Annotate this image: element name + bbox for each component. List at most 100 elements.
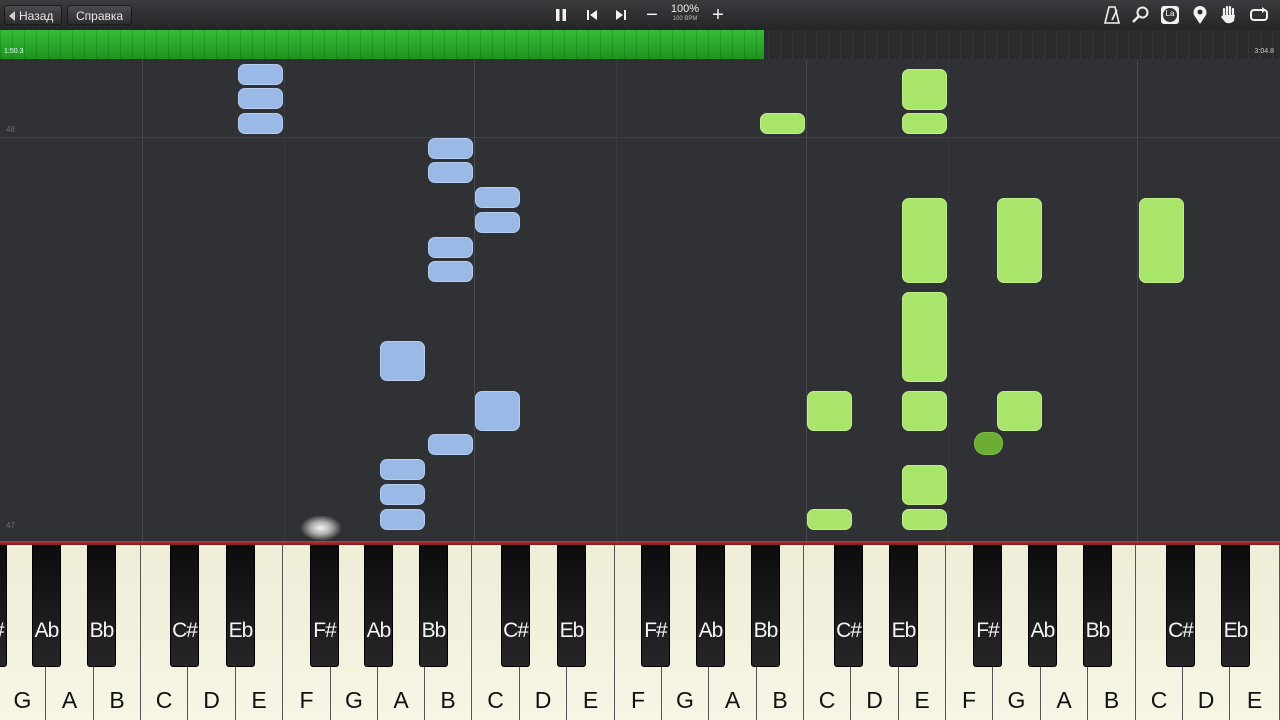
search-button[interactable] xyxy=(1130,4,1152,26)
timeline-scrubber[interactable]: 1:50.3 3:04.8 xyxy=(0,30,1280,59)
beat-line xyxy=(616,59,617,541)
black-key[interactable]: Ab xyxy=(1028,545,1057,667)
white-key-label: G xyxy=(676,687,694,713)
white-key-label: A xyxy=(724,687,741,713)
white-key-label: A xyxy=(1056,687,1072,713)
black-key[interactable]: C# xyxy=(501,545,530,667)
piano-roll: 48 47 xyxy=(0,59,1280,541)
skip-forward-icon xyxy=(616,10,626,20)
bpm-label: 100 BPM xyxy=(672,16,698,22)
white-key-label: D xyxy=(203,687,220,713)
previous-button[interactable] xyxy=(582,5,602,25)
white-key-label: A xyxy=(393,687,409,713)
black-key[interactable]: Bb xyxy=(751,545,780,667)
note-right-hand xyxy=(760,113,805,134)
piano-keyboard: G A B C D E F G A B C D E F G A B C D E F G A B C D E F# Ab Bb C# Eb F#… xyxy=(0,545,1280,720)
black-key-label: F# xyxy=(313,619,337,642)
loop-button[interactable] xyxy=(1248,4,1270,26)
marker-button[interactable] xyxy=(1189,4,1211,26)
black-key-label: Ab xyxy=(698,619,724,642)
speed-display: 100% 100 BPM xyxy=(668,3,702,23)
beat-line xyxy=(948,59,949,541)
white-key-label: E xyxy=(1246,687,1263,713)
black-key-label: F# xyxy=(976,619,1000,642)
playback-progress xyxy=(0,30,765,59)
hand-icon xyxy=(1221,5,1235,24)
note-left-hand xyxy=(475,187,520,208)
black-key[interactable]: C# xyxy=(1166,545,1195,667)
note-labels-button[interactable]: La xyxy=(1159,4,1181,26)
help-button[interactable]: Справка xyxy=(67,5,133,25)
black-key[interactable]: Eb xyxy=(226,545,255,667)
metronome-button[interactable] xyxy=(1101,4,1123,26)
white-key-label: F xyxy=(630,687,646,713)
black-key[interactable]: F# xyxy=(641,545,670,667)
black-key-label: Eb xyxy=(228,619,254,642)
skip-back-icon xyxy=(587,10,597,20)
black-key-label: Eb xyxy=(559,619,585,642)
note-right-hand xyxy=(902,465,947,505)
top-toolbar: Назад Справка − 100% 100 BPM + La xyxy=(0,0,1280,31)
speed-percent: 100% xyxy=(670,3,700,15)
black-key-label: Bb xyxy=(421,619,447,642)
black-key-label: C# xyxy=(836,619,862,642)
row-label: 48 xyxy=(6,125,15,134)
black-key[interactable]: Ab xyxy=(32,545,61,667)
next-button[interactable] xyxy=(611,5,631,25)
measure-line xyxy=(806,59,807,541)
note-right-hand xyxy=(902,198,947,283)
black-key[interactable]: F# xyxy=(0,545,7,667)
note-left-hand xyxy=(238,88,283,109)
white-key-label: G xyxy=(345,687,363,713)
white-key-label: B xyxy=(1103,687,1120,713)
speed-increase-button[interactable]: + xyxy=(708,5,728,25)
black-key-label: F# xyxy=(644,619,668,642)
note-left-hand xyxy=(238,113,283,134)
white-key-label: G xyxy=(13,687,32,713)
note-left-hand xyxy=(475,212,520,233)
pause-button[interactable] xyxy=(551,5,571,25)
white-key-label: B xyxy=(440,687,456,713)
white-key-label: G xyxy=(1007,687,1026,713)
total-time: 3:04.8 xyxy=(1254,48,1274,55)
black-key-label: C# xyxy=(172,619,198,642)
note-right-hand xyxy=(902,69,947,110)
black-key[interactable]: Eb xyxy=(1221,545,1250,667)
black-key[interactable]: F# xyxy=(973,545,1002,667)
black-key[interactable]: Bb xyxy=(87,545,116,667)
note-left-hand xyxy=(428,162,473,183)
note-right-hand xyxy=(997,391,1042,431)
white-key-label: E xyxy=(582,687,599,713)
white-key-label: E xyxy=(251,687,267,713)
black-key[interactable]: Bb xyxy=(419,545,448,667)
measure-line xyxy=(142,59,143,541)
black-key[interactable]: Eb xyxy=(889,545,918,667)
measure-line xyxy=(1137,59,1138,541)
black-key[interactable]: Ab xyxy=(364,545,393,667)
note-left-hand xyxy=(380,509,425,530)
white-key-label: F xyxy=(961,687,977,713)
black-key-label: Eb xyxy=(891,619,917,642)
black-key[interactable]: Eb xyxy=(557,545,586,667)
key-hit-glow xyxy=(300,515,342,541)
black-key[interactable]: F# xyxy=(310,545,339,667)
black-key-label: Ab xyxy=(34,619,60,642)
speed-decrease-button[interactable]: − xyxy=(642,5,662,25)
note-left-hand xyxy=(380,459,425,480)
note-right-hand xyxy=(902,113,947,134)
note-right-hand-black xyxy=(974,432,1003,455)
octave-line xyxy=(0,137,1280,138)
note-right-hand xyxy=(997,198,1042,283)
black-key[interactable]: Bb xyxy=(1083,545,1112,667)
black-key[interactable]: C# xyxy=(834,545,863,667)
hand-button[interactable] xyxy=(1218,4,1240,26)
note-right-hand xyxy=(902,509,947,530)
note-left-hand xyxy=(428,434,473,455)
back-button[interactable]: Назад xyxy=(4,5,63,25)
note-left-hand xyxy=(380,484,425,505)
black-key[interactable]: Ab xyxy=(696,545,725,667)
current-time: 1:50.3 xyxy=(4,48,24,55)
white-key-label: C xyxy=(818,687,836,713)
black-key-label: Ab xyxy=(1030,619,1056,642)
black-key[interactable]: C# xyxy=(170,545,199,667)
